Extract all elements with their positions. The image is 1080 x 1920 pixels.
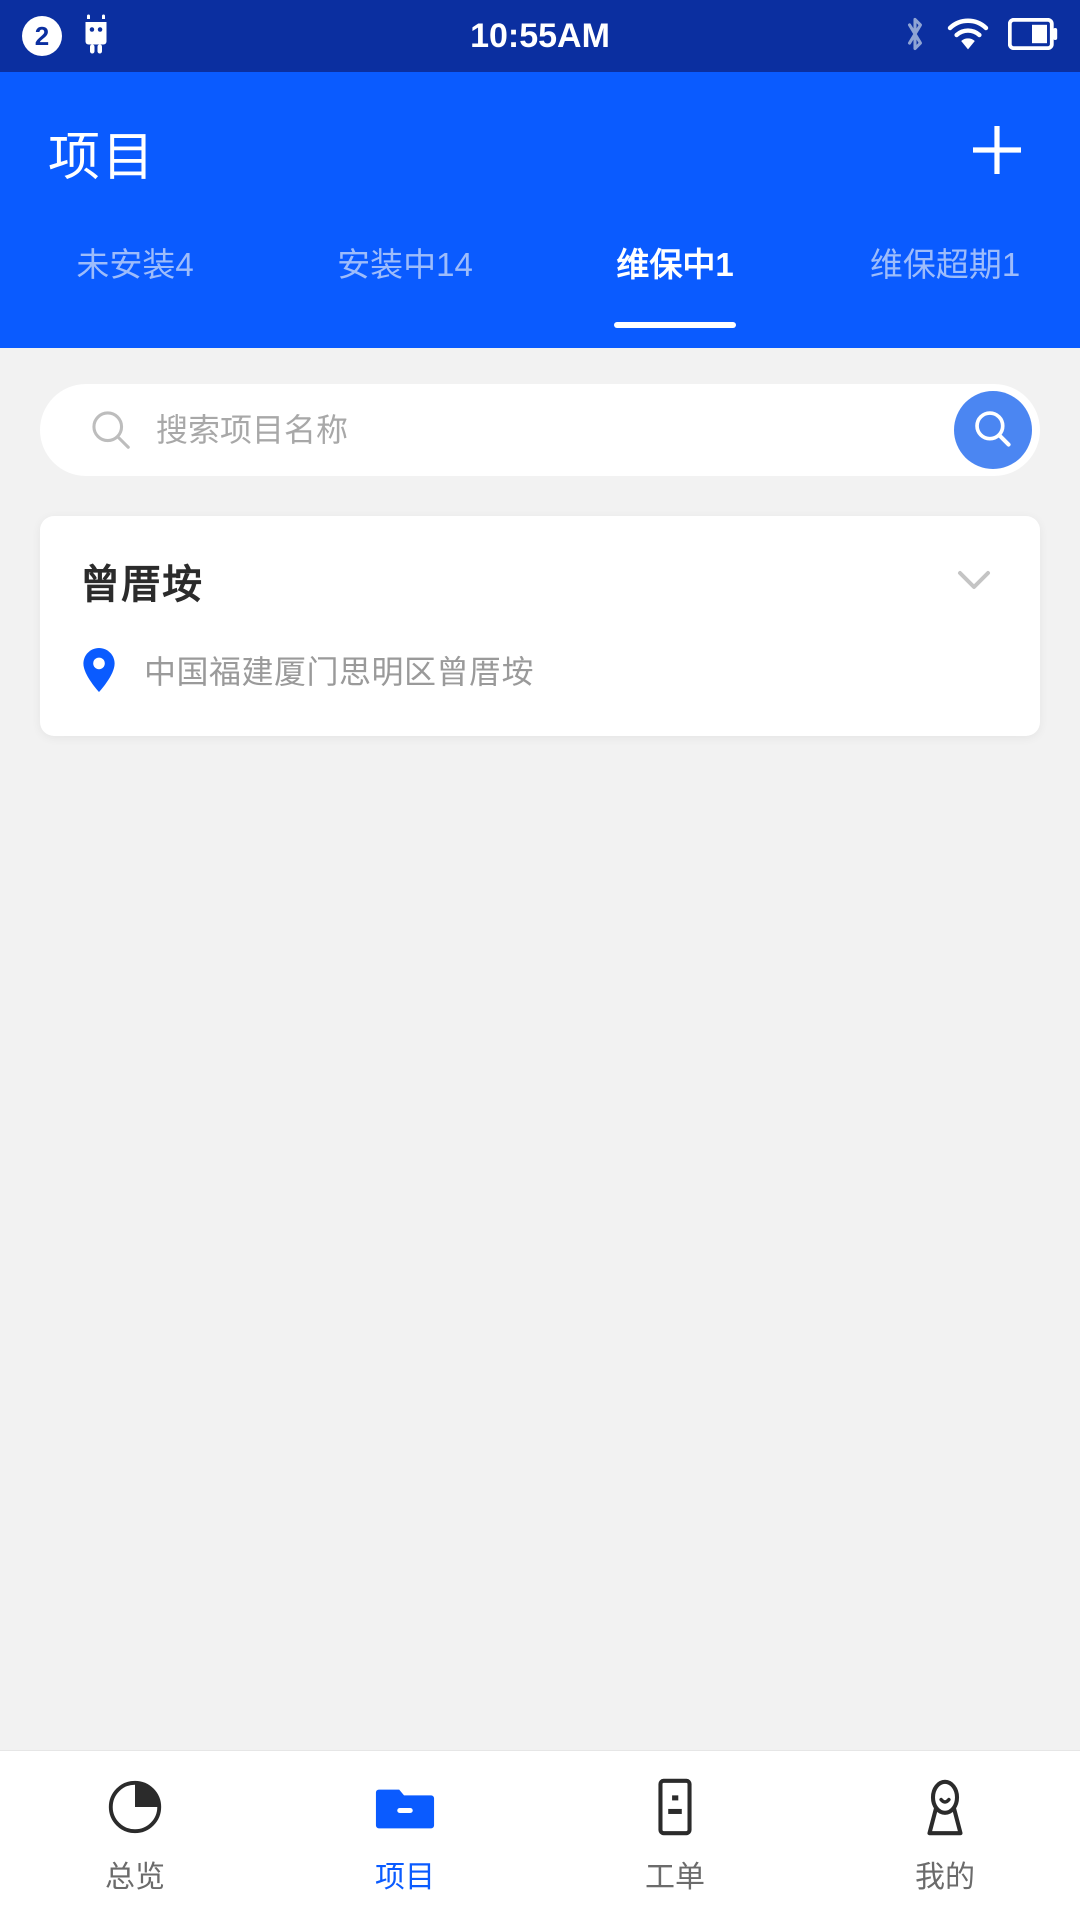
android-robot-icon xyxy=(78,14,114,59)
page-header: 项目 未安装4 安装中14 维保中1 维保超期1 xyxy=(0,72,1080,348)
tab-label: 维保中1 xyxy=(616,246,734,283)
work-order-icon xyxy=(644,1776,706,1838)
project-list: 曾厝垵 中国福建厦门思明区曾厝垵 xyxy=(0,476,1080,736)
nav-label: 工单 xyxy=(645,1860,705,1894)
nav-label: 项目 xyxy=(375,1860,435,1894)
search-bar[interactable] xyxy=(40,384,1040,476)
status-bar-left: 2 xyxy=(22,14,114,59)
header-top-row: 项目 xyxy=(0,72,1080,232)
add-project-button[interactable] xyxy=(962,117,1032,187)
project-expand-toggle[interactable] xyxy=(948,553,1000,610)
search-input[interactable] xyxy=(156,384,1040,476)
nav-item-projects[interactable]: 项目 xyxy=(270,1776,540,1896)
wifi-icon xyxy=(946,17,990,56)
tab-maintenance[interactable]: 维保中1 xyxy=(540,232,810,328)
nav-item-profile[interactable]: 我的 xyxy=(810,1776,1080,1896)
bluetooth-icon xyxy=(902,14,928,59)
nav-item-overview[interactable]: 总览 xyxy=(0,1776,270,1896)
status-bar-right xyxy=(902,14,1058,59)
bottom-navigation: 总览 项目 工单 我的 xyxy=(0,1750,1080,1920)
project-address: 中国福建厦门思明区曾厝垵 xyxy=(144,654,535,690)
person-icon xyxy=(914,1776,976,1838)
nav-item-work-order[interactable]: 工单 xyxy=(540,1776,810,1896)
tab-not-installed[interactable]: 未安装4 xyxy=(0,232,270,286)
main-content: 曾厝垵 xyxy=(0,348,1080,1750)
chevron-down-icon xyxy=(948,553,1000,610)
project-card-header: 曾厝垵 xyxy=(80,552,1000,610)
tab-label: 未安装4 xyxy=(76,246,194,283)
notification-count-badge: 2 xyxy=(22,16,62,56)
tab-installing[interactable]: 安装中14 xyxy=(270,232,540,286)
battery-icon xyxy=(1007,17,1058,55)
nav-label: 我的 xyxy=(915,1860,975,1894)
project-name: 曾厝垵 xyxy=(80,563,203,607)
status-bar: 2 10:55AM xyxy=(0,0,1080,72)
pie-chart-icon xyxy=(104,1776,166,1838)
project-card[interactable]: 曾厝垵 中国福建厦门思明区曾厝垵 xyxy=(40,516,1040,736)
nav-label: 总览 xyxy=(105,1860,165,1894)
status-tabs: 未安装4 安装中14 维保中1 维保超期1 xyxy=(0,232,1080,348)
page-title: 项目 xyxy=(48,128,157,187)
search-section xyxy=(0,348,1080,476)
project-address-row: 中国福建厦门思明区曾厝垵 xyxy=(80,646,1000,694)
plus-icon xyxy=(965,118,1029,187)
tab-label: 安装中14 xyxy=(337,246,473,283)
tab-maintenance-overdue[interactable]: 维保超期1 xyxy=(810,232,1080,286)
folder-icon xyxy=(374,1776,436,1838)
map-pin-icon xyxy=(80,646,118,694)
app-root: 2 10:55AM 项目 未安装4 安装中14 维保中1 维保超期1 搜索项目名… xyxy=(0,0,1080,1920)
tab-active-indicator xyxy=(614,322,736,328)
tab-label: 维保超期1 xyxy=(869,246,1021,283)
search-submit-button[interactable] xyxy=(954,391,1032,469)
search-icon xyxy=(971,407,1015,454)
search-icon xyxy=(88,407,134,453)
